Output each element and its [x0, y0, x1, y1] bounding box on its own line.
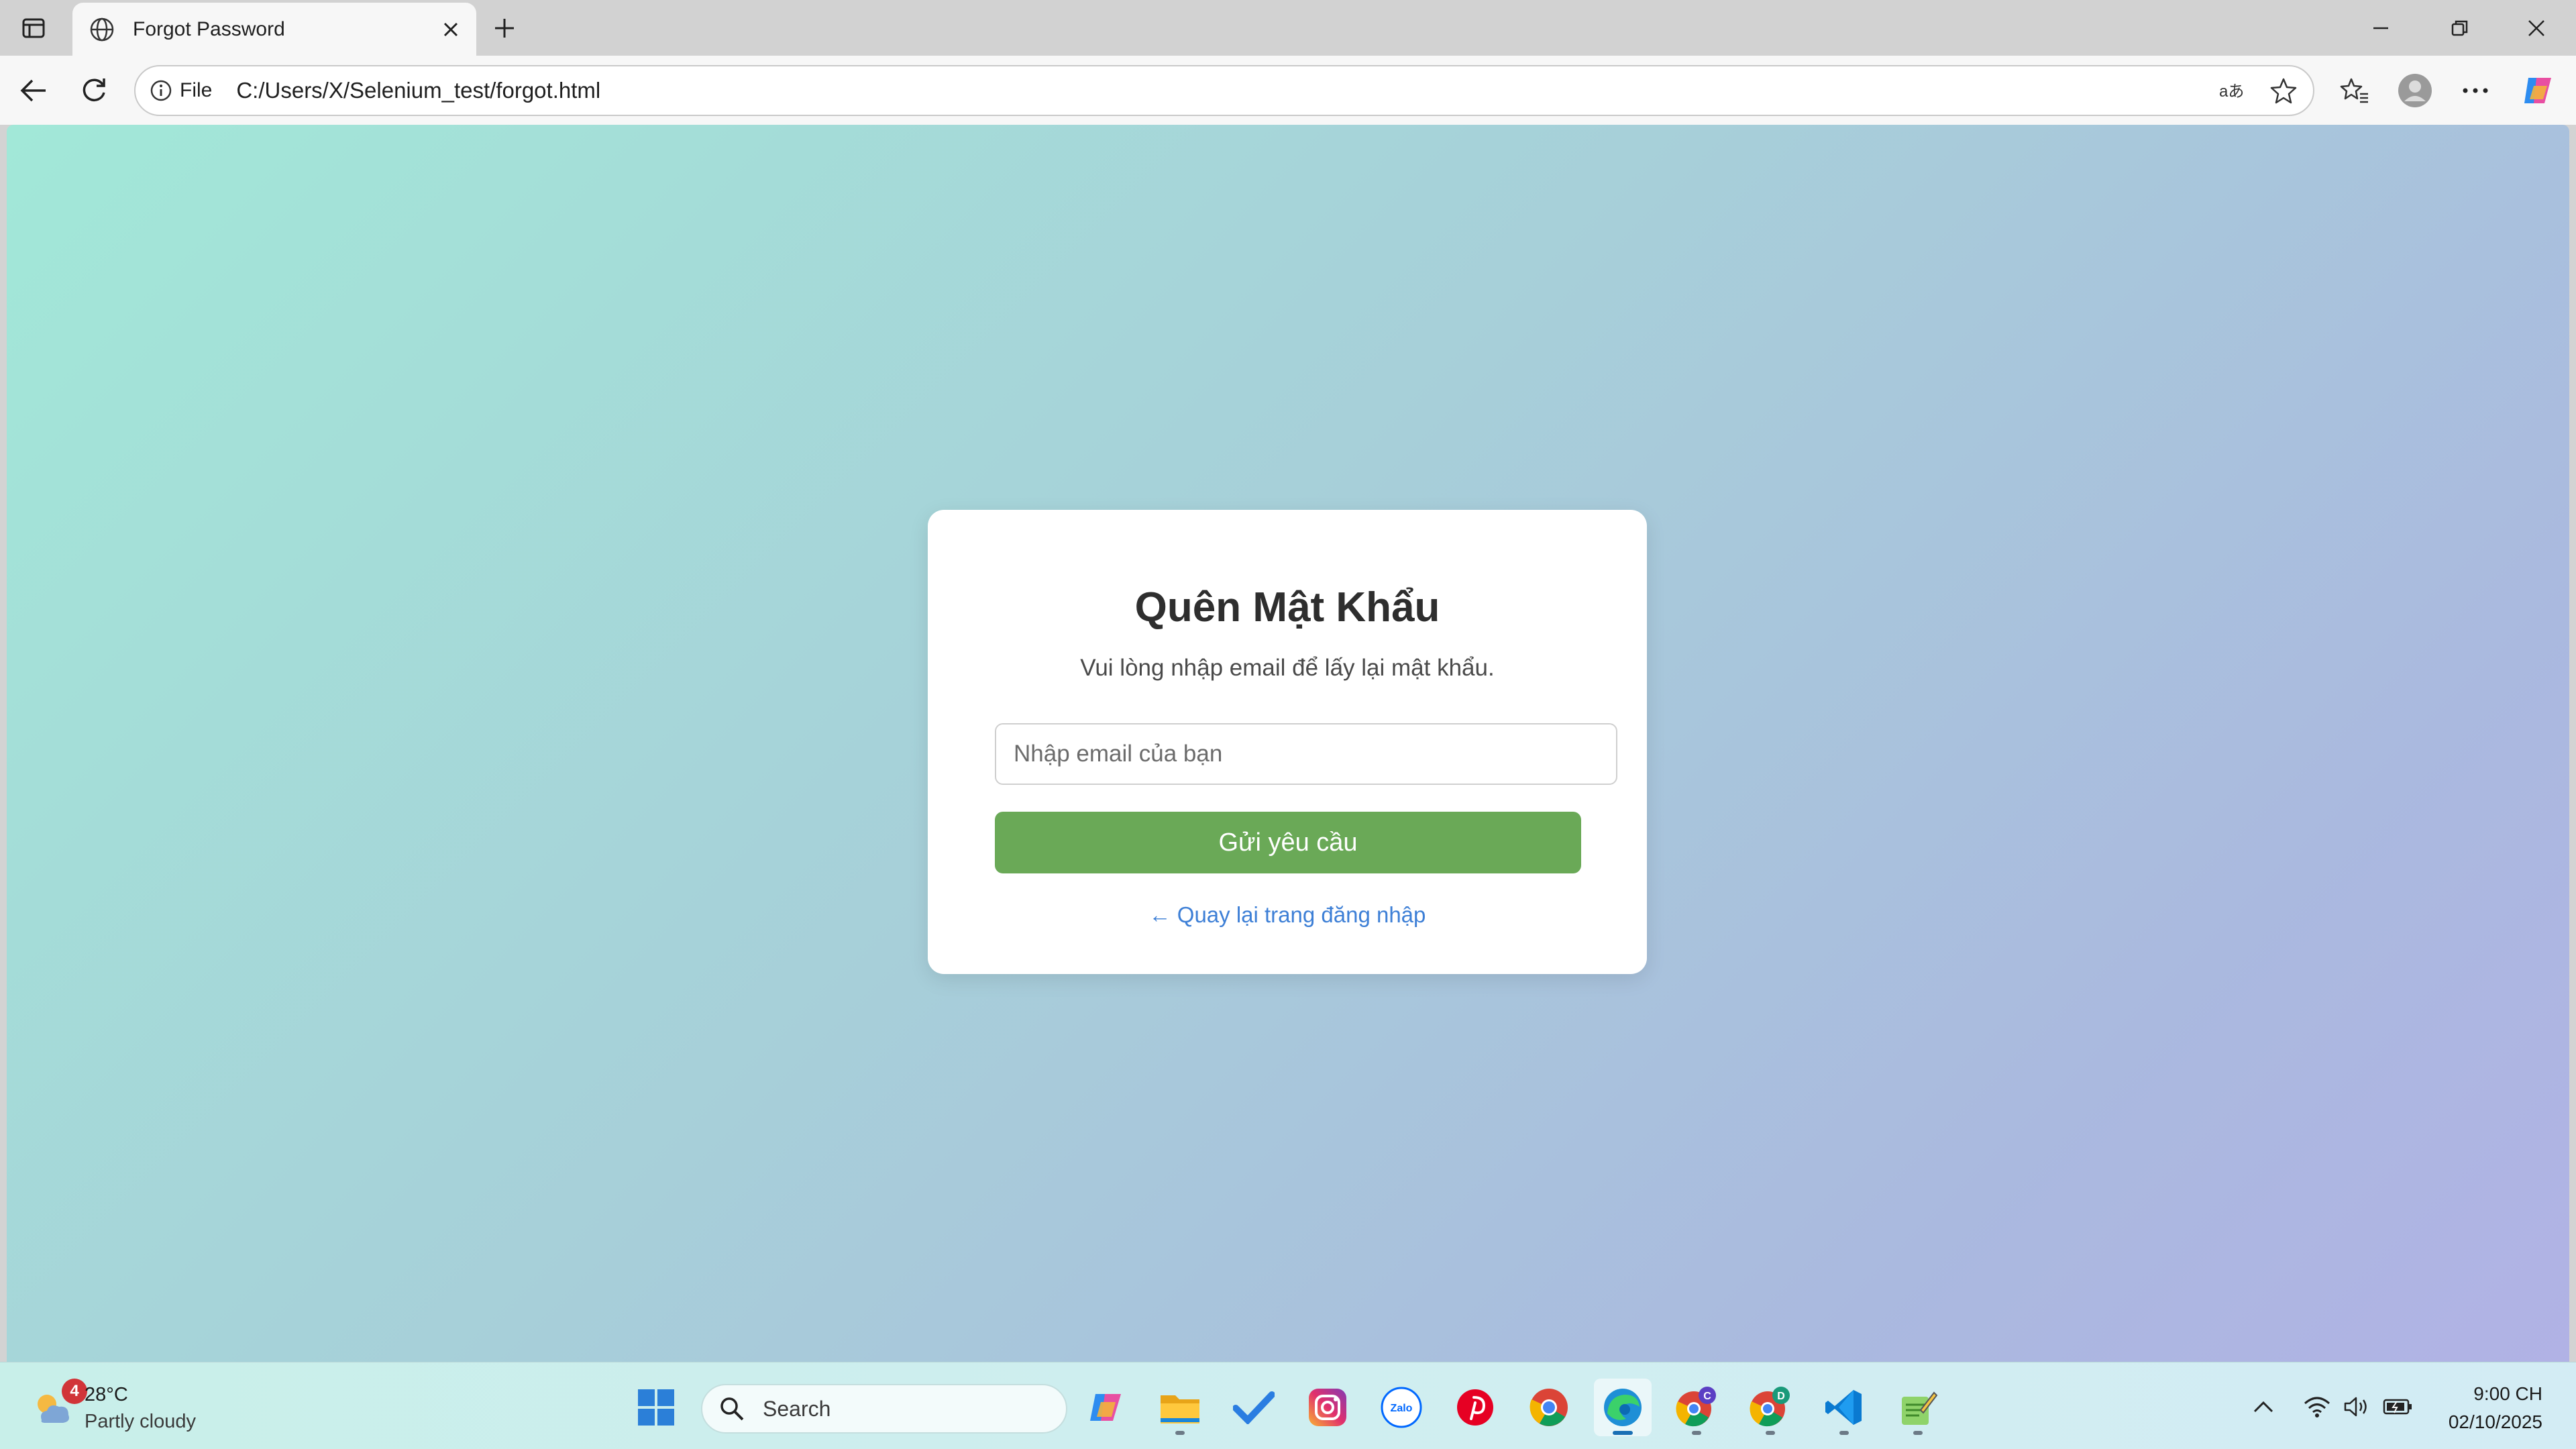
chevron-up-icon[interactable]: [2246, 1389, 2281, 1424]
active-indicator: [1613, 1431, 1633, 1435]
active-tab[interactable]: Forgot Password: [72, 3, 476, 56]
weather-badge: 4: [62, 1379, 87, 1404]
todo-icon[interactable]: [1225, 1379, 1283, 1436]
clock-time: 9:00 CH: [2473, 1383, 2542, 1404]
tab-title: Forgot Password: [133, 17, 285, 40]
restore-icon[interactable]: [2430, 8, 2490, 48]
refresh-icon[interactable]: [72, 69, 115, 112]
page-viewport: Quên Mật Khẩu Vui lòng nhập email để lấy…: [7, 125, 2569, 1362]
file-explorer-icon[interactable]: [1151, 1379, 1209, 1436]
chrome-profile-d-icon[interactable]: D: [1741, 1379, 1799, 1436]
close-window-icon[interactable]: [2506, 8, 2567, 48]
copilot-taskbar-icon[interactable]: [1077, 1379, 1135, 1436]
address-url[interactable]: C:/Users/X/Selenium_test/forgot.html: [236, 78, 2214, 103]
email-input[interactable]: [995, 723, 1617, 785]
clock-date: 02/10/2025: [2448, 1411, 2542, 1432]
zalo-label: Zalo: [1391, 1403, 1413, 1414]
running-indicator: [1175, 1431, 1185, 1435]
wifi-icon[interactable]: [2300, 1389, 2334, 1424]
submit-button[interactable]: Gửi yêu cầu: [995, 812, 1581, 873]
running-indicator: [1913, 1431, 1923, 1435]
running-indicator: [1766, 1431, 1775, 1435]
page-subtitle: Vui lòng nhập email để lấy lại mật khẩu.: [1080, 655, 1495, 681]
address-bar[interactable]: File C:/Users/X/Selenium_test/forgot.htm…: [134, 65, 2314, 116]
tab-bar: Forgot Password: [0, 0, 2576, 56]
svg-text:aあ: aあ: [2219, 83, 2244, 101]
chrome-profile-c-icon[interactable]: C: [1668, 1379, 1725, 1436]
vscode-icon[interactable]: [1815, 1379, 1873, 1436]
profile-c-badge: C: [1703, 1391, 1711, 1402]
tab-actions-menu-icon[interactable]: [13, 9, 54, 47]
profile-avatar-icon[interactable]: [2394, 69, 2436, 112]
volume-icon[interactable]: [2340, 1389, 2375, 1424]
battery-icon[interactable]: [2380, 1389, 2415, 1424]
notepad-icon[interactable]: [1889, 1379, 1947, 1436]
favorite-star-icon[interactable]: [2263, 70, 2304, 111]
pinterest-icon[interactable]: [1446, 1379, 1504, 1436]
browser-toolbar: File C:/Users/X/Selenium_test/forgot.htm…: [0, 56, 2576, 125]
running-indicator: [1839, 1431, 1849, 1435]
weather-temperature: 28°C: [85, 1384, 128, 1405]
weather-widget[interactable]: 4 28°C Partly cloudy: [27, 1377, 241, 1438]
favorites-icon[interactable]: [2333, 69, 2376, 112]
instagram-icon[interactable]: [1299, 1379, 1356, 1436]
minimize-icon[interactable]: [2351, 8, 2411, 48]
running-indicator: [1692, 1431, 1701, 1435]
taskbar-search[interactable]: Search: [701, 1384, 1067, 1434]
address-scheme: File: [180, 79, 213, 101]
new-tab-icon[interactable]: [484, 9, 525, 47]
weather-description: Partly cloudy: [85, 1411, 197, 1432]
more-options-icon[interactable]: [2454, 69, 2497, 112]
page-title: Quên Mật Khẩu: [1134, 584, 1440, 631]
search-icon: [717, 1394, 747, 1424]
read-aloud-icon[interactable]: aあ: [2214, 70, 2254, 111]
back-to-login-link[interactable]: ← Quay lại trang đăng nhập: [928, 902, 1647, 928]
profile-d-badge: D: [1777, 1391, 1785, 1402]
zalo-icon[interactable]: Zalo: [1373, 1379, 1430, 1436]
forgot-password-card: Quên Mật Khẩu Vui lòng nhập email để lấy…: [928, 510, 1647, 974]
system-clock[interactable]: 9:00 CH 02/10/2025: [2449, 1380, 2542, 1436]
close-tab-icon[interactable]: [432, 11, 470, 48]
back-arrow-icon[interactable]: [12, 69, 55, 112]
start-icon[interactable]: [627, 1379, 685, 1436]
taskbar: 4 28°C Partly cloudy Search Zalo C D 9:0…: [0, 1362, 2576, 1449]
info-icon[interactable]: [148, 77, 174, 104]
chrome-icon[interactable]: [1520, 1379, 1578, 1436]
search-label: Search: [763, 1396, 831, 1421]
copilot-icon[interactable]: [2517, 69, 2560, 112]
globe-icon: [86, 13, 118, 46]
edge-icon[interactable]: [1594, 1379, 1652, 1436]
